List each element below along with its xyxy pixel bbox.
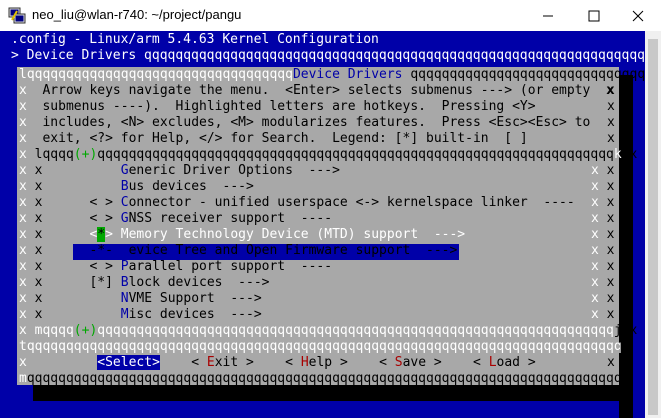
- help-line-2: submenus ----). Highlighted letters are …: [42, 99, 536, 114]
- menu-item[interactable]: x x [*] Block devices --->: [19, 275, 269, 291]
- close-icon: [632, 10, 644, 22]
- help-button[interactable]: < Help >: [285, 355, 348, 370]
- menu-item-selected[interactable]: x x <*> Memory Technology Device (MTD) s…: [19, 227, 465, 243]
- menu-item[interactable]: x x Generic Driver Options --->: [19, 163, 340, 179]
- vertical-scrollbar[interactable]: [645, 31, 661, 418]
- select-button[interactable]: <Select>: [97, 355, 160, 370]
- button-row: x <Select> < Exit > < Help > < Save > < …: [19, 355, 536, 370]
- config-title: .config - Linux/arm 5.4.63 Kernel Config…: [11, 32, 379, 47]
- help-line-3: includes, <N> excludes, <M> modularizes …: [42, 115, 591, 130]
- help-line-1: Arrow keys navigate the menu. <Enter> se…: [42, 83, 591, 98]
- maximize-icon: [588, 10, 600, 22]
- menu-item[interactable]: x x -*- Device Tree and Open Firmware su…: [19, 243, 457, 259]
- dialog-shadow: [619, 75, 633, 418]
- minimize-button[interactable]: [525, 0, 571, 31]
- load-button[interactable]: < Load >: [473, 355, 536, 370]
- putty-icon: [8, 7, 26, 24]
- menu-item[interactable]: x x Bus devices --->: [19, 179, 254, 195]
- menu-item[interactable]: x x < > Connector - unified userspace <-…: [19, 195, 575, 211]
- maximize-button[interactable]: [571, 0, 617, 31]
- breadcrumb: > Device Drivers qqqqqqqqqqqqqqqqqqqqqqq…: [11, 48, 645, 63]
- window-titlebar: neo_liu@wlan-r740: ~/project/pangu: [0, 0, 661, 32]
- menu-item[interactable]: x x NVME Support --->: [19, 291, 262, 307]
- window-title: neo_liu@wlan-r740: ~/project/pangu: [32, 7, 242, 22]
- scrollbar-thumb[interactable]: [648, 39, 658, 415]
- menu-item[interactable]: x x < > Parallel port support ----: [19, 259, 332, 275]
- dialog-shadow-bottom: [33, 385, 633, 401]
- terminal[interactable]: .config - Linux/arm 5.4.63 Kernel Config…: [0, 31, 645, 418]
- save-button[interactable]: < Save >: [379, 355, 442, 370]
- dialog-title: Device Drivers: [292, 67, 403, 82]
- device-drivers-dialog: lqqqqqqqqqqqqqqqqqqqqqqqqqqqqqqqqqqDevic…: [17, 67, 645, 386]
- close-button[interactable]: [615, 0, 661, 31]
- menu-item[interactable]: x x Misc devices --->: [19, 307, 262, 323]
- menu-item[interactable]: x x < > GNSS receiver support ----: [19, 211, 332, 227]
- help-line-4: exit, <?> for Help, </> for Search. Lege…: [42, 131, 528, 146]
- exit-button[interactable]: < Exit >: [191, 355, 254, 370]
- minimize-icon: [543, 15, 553, 17]
